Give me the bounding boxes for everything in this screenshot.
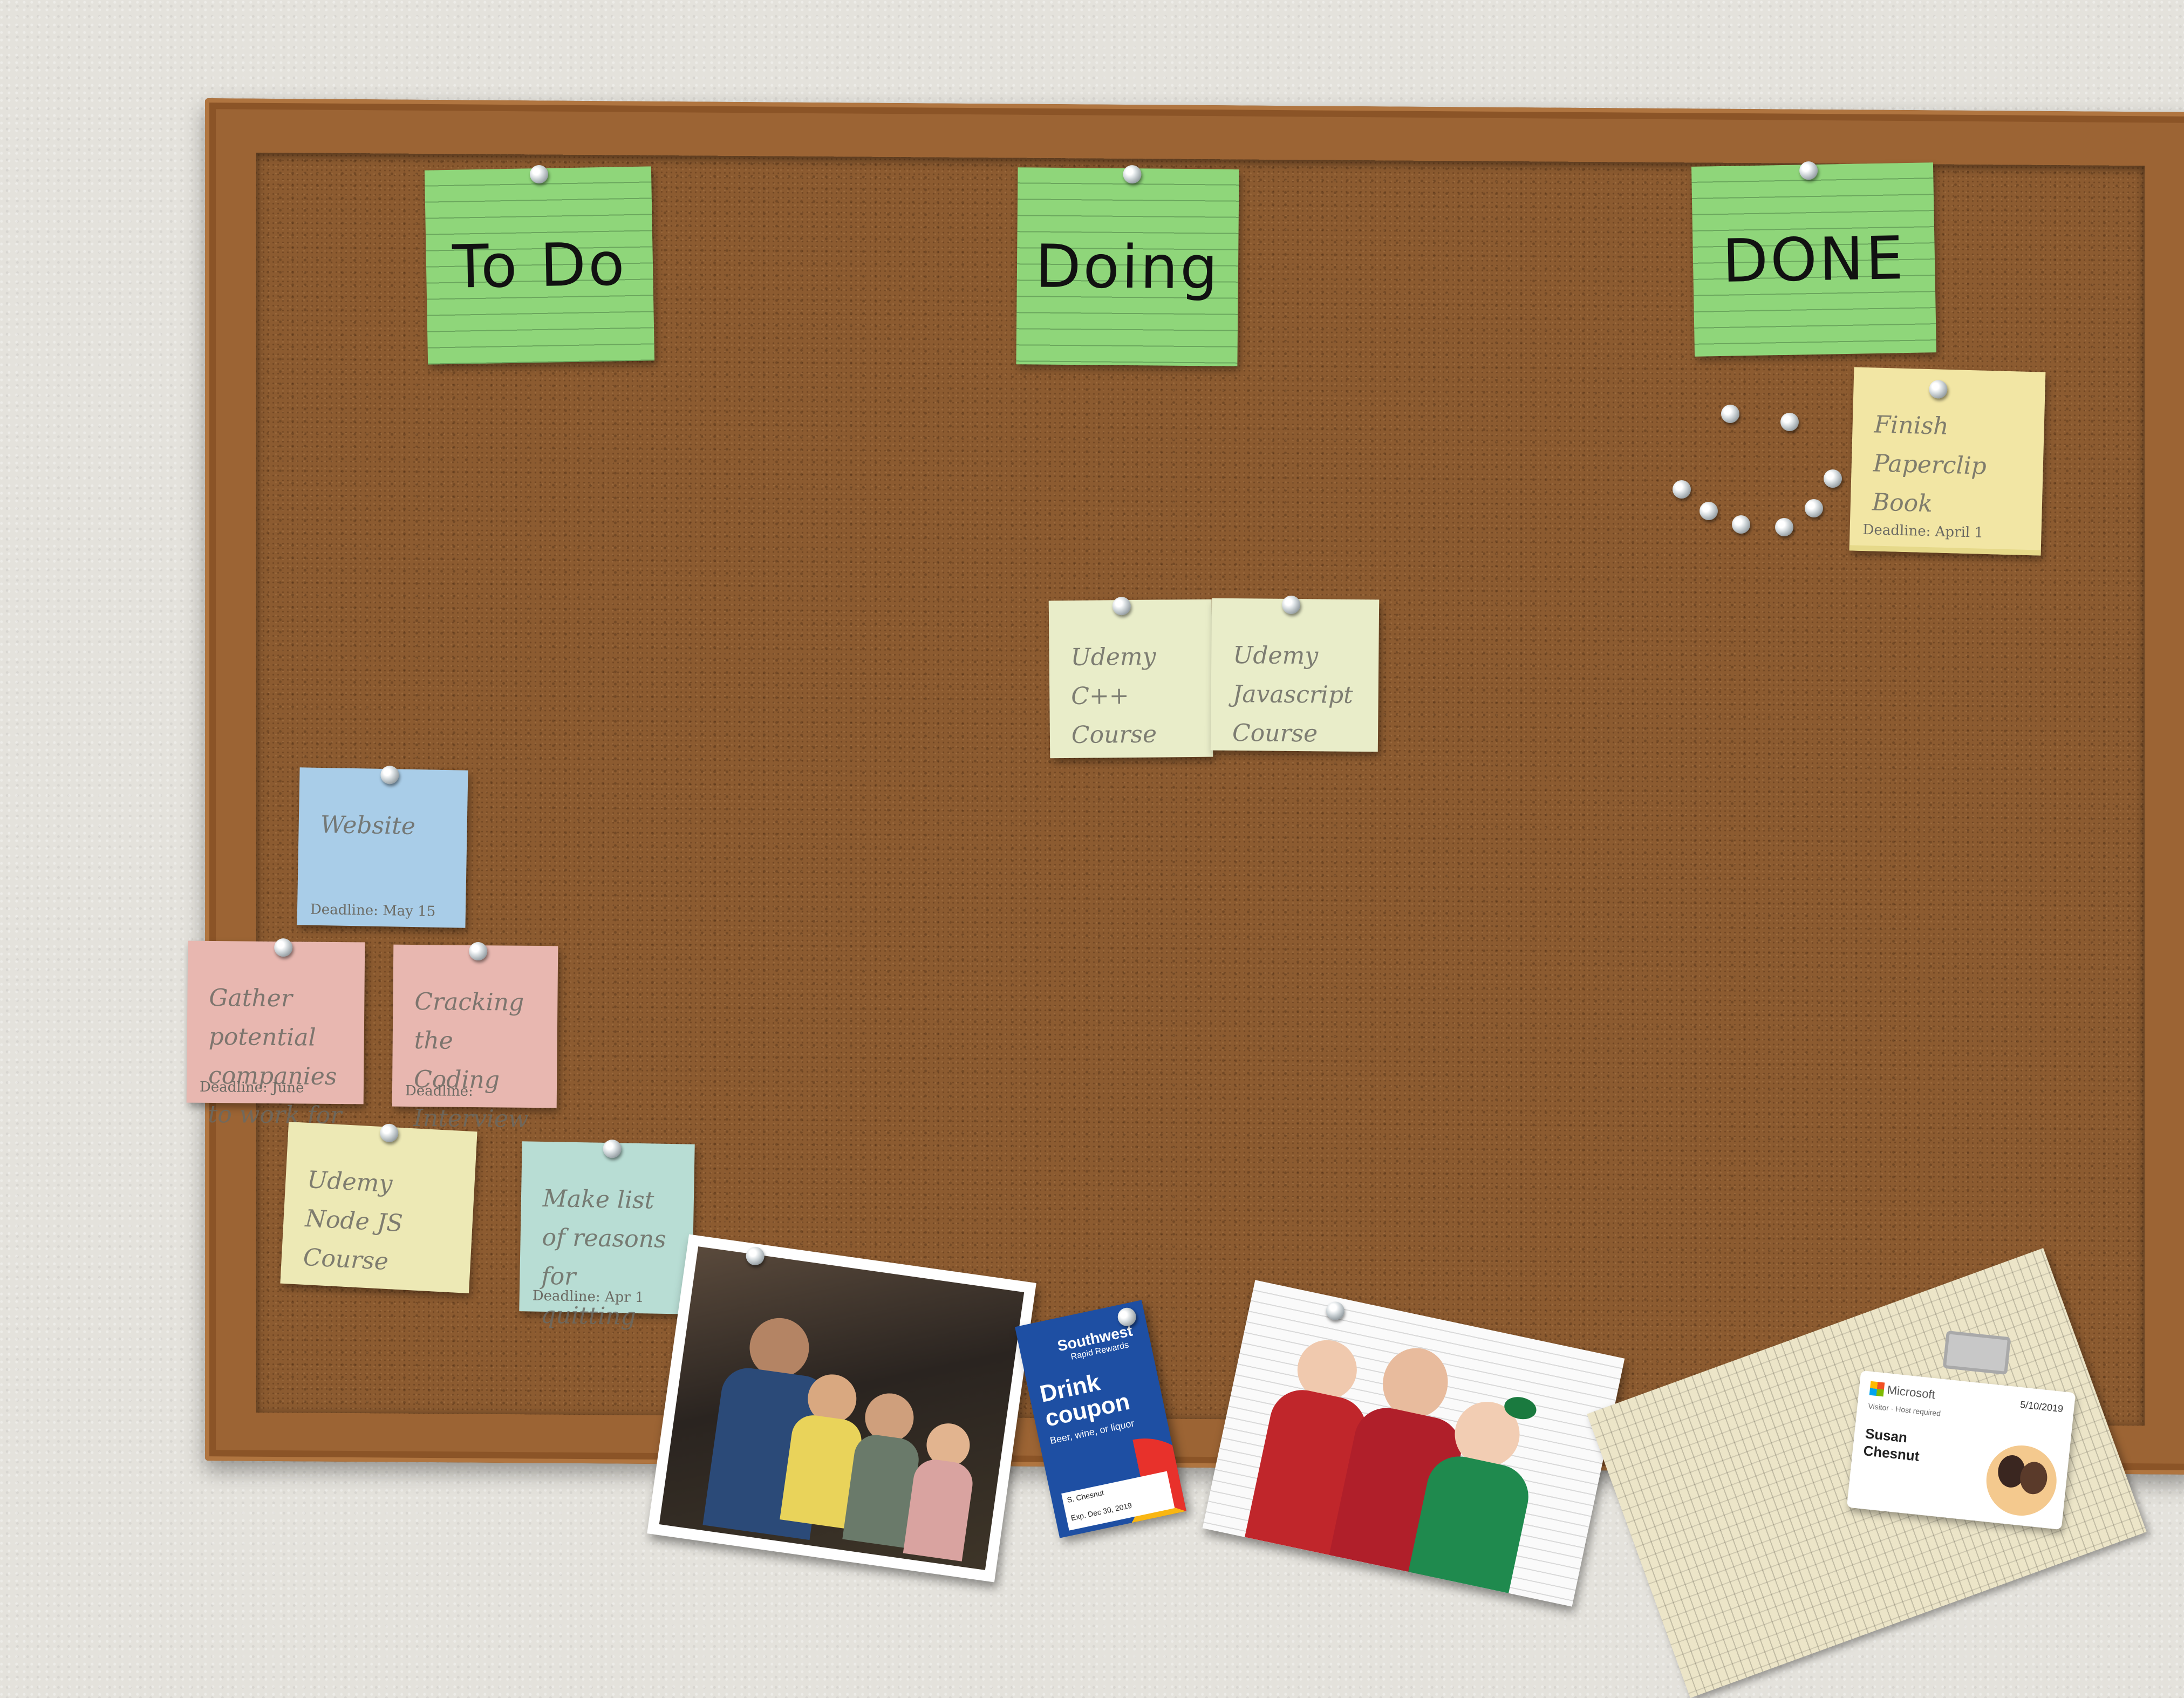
pushpin-icon <box>1112 596 1131 616</box>
sticky-note-todo: Gather potential companies to work for D… <box>186 938 365 1129</box>
badge-company: Microsoft <box>1886 1383 1936 1402</box>
badge-type: Visitor - Host required <box>1867 1401 1941 1418</box>
pushpin-icon <box>380 765 399 785</box>
photo-scene <box>659 1246 1025 1570</box>
pushpin-icon <box>469 942 488 961</box>
pushpin-icon <box>1805 499 1823 517</box>
pushpin-icon <box>1929 380 1948 399</box>
pushpin-icon <box>1799 161 1818 180</box>
column-header-done: DONE <box>1691 161 1937 357</box>
sticky-note-todo: Website Deadline: May 15 <box>297 765 468 928</box>
sticky-note-doing: Udemy C++ Course <box>1048 596 1213 759</box>
badge-date: 5/10/2019 <box>2019 1399 2064 1415</box>
pushpin-icon <box>1324 1300 1347 1322</box>
pushpin-icon <box>1732 515 1750 534</box>
pushpin-icon <box>274 938 293 957</box>
badge-name-last: Chesnut <box>1862 1442 1920 1464</box>
sticky-note-done: Finish Paperclip Book Deadline: April 1 <box>1849 367 2046 556</box>
sticky-note-todo: Udemy Node JS Course <box>280 1122 477 1293</box>
family-photo <box>647 1234 1036 1583</box>
pushpin-icon <box>603 1139 622 1158</box>
pushpin-icon <box>1721 405 1739 423</box>
microsoft-logo-icon <box>1869 1381 1885 1397</box>
coupon-title: Drink coupon <box>1038 1369 1132 1432</box>
pushpin-icon <box>1780 413 1799 431</box>
pushpin-icon <box>1673 480 1691 499</box>
sticky-note-todo: Make list of reasons for quitting Deadli… <box>519 1139 695 1331</box>
column-header-doing: Doing <box>1016 165 1239 366</box>
column-header-todo: To Do <box>424 165 655 365</box>
pushpin-icon <box>379 1123 399 1143</box>
pushpin-icon <box>529 165 549 184</box>
pushpin-icon <box>1123 165 1142 184</box>
pushpin-icon <box>1824 469 1842 488</box>
sticky-note-todo: Cracking the Coding Interview Book Deadl… <box>392 942 558 1171</box>
sticky-note-doing: Udemy Javascript Course <box>1210 595 1380 752</box>
pushpin-icon <box>1700 502 1718 520</box>
pushpin-icon <box>1281 595 1301 615</box>
visitor-badge: Microsoft 5/10/2019 Visitor - Host requi… <box>1846 1330 2076 1530</box>
badge-clip <box>1942 1330 2011 1375</box>
pushpin-icon <box>1775 518 1793 536</box>
badge-avatar <box>1983 1442 2060 1519</box>
